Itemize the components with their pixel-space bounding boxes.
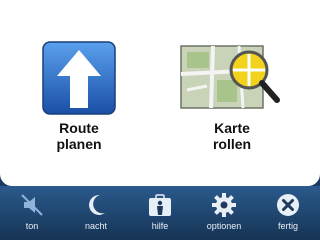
screen: Route planen Karte rollen ton nacht hilf… bbox=[0, 0, 320, 240]
done-label: fertig bbox=[277, 221, 298, 231]
moon-icon bbox=[89, 194, 105, 215]
browse-map-label: Karte rollen bbox=[212, 120, 252, 152]
options-button[interactable]: optionen bbox=[199, 190, 249, 238]
map-magnifier-icon bbox=[180, 45, 280, 109]
sound-toggle-button[interactable]: ton bbox=[7, 190, 57, 238]
night-mode-label: nacht bbox=[84, 221, 108, 231]
bottom-toolbar: ton nacht hilfe optionen fertig bbox=[0, 186, 320, 240]
sound-off-icon bbox=[21, 194, 43, 216]
help-label: hilfe bbox=[151, 221, 169, 231]
main-menu-panel: Route planen Karte rollen bbox=[0, 0, 320, 186]
options-label: optionen bbox=[206, 221, 242, 231]
done-button[interactable]: fertig bbox=[263, 190, 313, 238]
night-mode-button[interactable]: nacht bbox=[71, 190, 121, 238]
close-icon bbox=[277, 194, 299, 216]
help-kit-icon bbox=[149, 194, 171, 216]
plan-route-label: Route planen bbox=[56, 120, 102, 152]
sound-toggle-label: ton bbox=[25, 221, 39, 231]
help-button[interactable]: hilfe bbox=[135, 190, 185, 238]
route-arrow-icon bbox=[42, 41, 116, 115]
plan-route-button[interactable]: Route planen bbox=[29, 40, 129, 152]
gear-icon bbox=[212, 193, 236, 217]
browse-map-button[interactable]: Karte rollen bbox=[180, 40, 282, 152]
